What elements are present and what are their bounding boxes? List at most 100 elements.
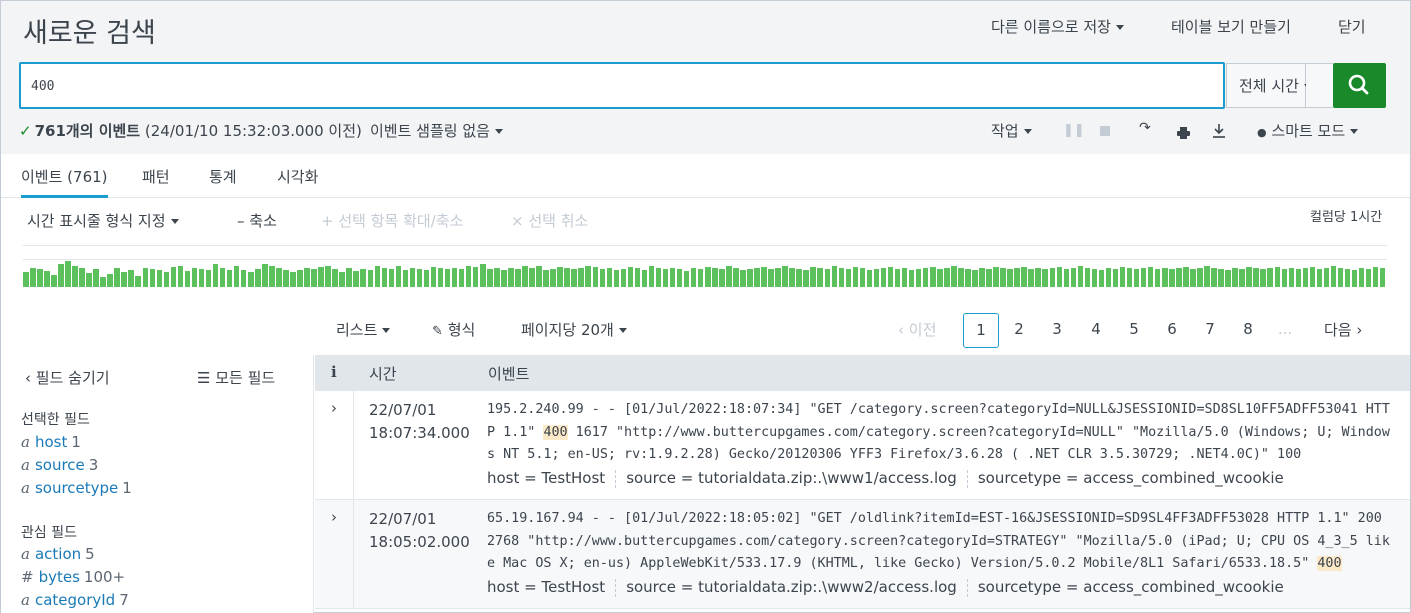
timeline-bar[interactable] — [613, 270, 620, 287]
timeline-chart[interactable] — [23, 239, 1387, 287]
timeline-bar[interactable] — [824, 269, 831, 287]
timeline-bar[interactable] — [775, 268, 781, 287]
timeline-bar[interactable] — [915, 269, 922, 287]
timeline-bar[interactable] — [416, 269, 423, 287]
timeline-bar[interactable] — [578, 268, 584, 287]
timeline-bar[interactable] — [1119, 267, 1126, 287]
create-table-view-link[interactable]: 테이블 보기 만들기 — [1171, 16, 1291, 37]
timeline-bar[interactable] — [37, 269, 43, 287]
timeline-bar[interactable] — [451, 268, 458, 287]
timeline-bar[interactable] — [1162, 268, 1168, 287]
timeline-bar[interactable] — [381, 268, 388, 287]
search-button[interactable] — [1333, 63, 1386, 108]
timeline-bar[interactable] — [796, 269, 802, 287]
search-input[interactable] — [31, 75, 1211, 97]
event-sourcetype[interactable]: sourcetype = access_combined_wcookie — [978, 578, 1284, 596]
timeline-bar[interactable] — [465, 266, 472, 287]
timeline-bar[interactable] — [1028, 269, 1034, 287]
pause-icon[interactable]: ❚❚ — [1063, 123, 1085, 138]
timeline-bar[interactable] — [1211, 268, 1217, 287]
timeline-bar[interactable] — [487, 269, 493, 287]
timeline-bar[interactable] — [318, 267, 324, 287]
timeline-bar[interactable] — [1344, 269, 1351, 287]
timeline-bar[interactable] — [866, 270, 873, 287]
timeline-bar[interactable] — [1288, 268, 1295, 287]
timeline-bar[interactable] — [135, 276, 141, 287]
timeline-bar[interactable] — [683, 271, 690, 287]
timeline-bar[interactable] — [634, 268, 641, 287]
timeline-bar[interactable] — [958, 268, 964, 287]
timeline-bar[interactable] — [937, 269, 943, 287]
timeline-bar[interactable] — [1084, 268, 1091, 287]
prev-page-button[interactable]: ‹ 이전 — [898, 319, 936, 340]
timeline-bar[interactable] — [529, 268, 535, 287]
timeline-bar[interactable] — [170, 267, 177, 287]
page-button[interactable]: 6 — [1154, 313, 1190, 348]
timeline-bar[interactable] — [1281, 269, 1288, 287]
timeline-bar[interactable] — [733, 268, 739, 287]
timeline-bar[interactable] — [979, 268, 985, 287]
format-timeline-menu[interactable]: 시간 표시줄 형식 지정 — [27, 210, 179, 231]
timeline-bar[interactable] — [1302, 268, 1309, 287]
timeline-bar[interactable] — [859, 268, 866, 287]
tab-patterns[interactable]: 패턴 — [142, 166, 170, 187]
per-page-menu[interactable]: 페이지당 20개 — [521, 319, 627, 340]
timeline-bar[interactable] — [789, 268, 795, 287]
timeline-bar[interactable] — [1365, 269, 1372, 287]
timeline-bar[interactable] — [965, 269, 971, 287]
timeline-bar[interactable] — [501, 270, 507, 287]
timeline-bar[interactable] — [508, 268, 514, 287]
timeline-bar[interactable] — [852, 267, 859, 287]
timeline-bar[interactable] — [754, 268, 760, 287]
timeline-bar[interactable] — [972, 270, 978, 287]
timeline-bar[interactable] — [845, 269, 852, 287]
timeline-bar[interactable] — [887, 267, 894, 287]
timeline-bar[interactable] — [1014, 268, 1020, 287]
timeline-bar[interactable] — [360, 269, 366, 287]
timeline-bar[interactable] — [1176, 268, 1182, 287]
timeline-bar[interactable] — [627, 267, 634, 287]
timeline-bar[interactable] — [72, 266, 78, 287]
field-item[interactable]: # bytes 100+ — [21, 568, 125, 586]
timeline-bar[interactable] — [817, 268, 823, 287]
field-item[interactable]: a host 1 — [21, 433, 81, 451]
timeline-bar[interactable] — [986, 269, 992, 287]
timeline-bar[interactable] — [1379, 268, 1386, 287]
timeline-bar[interactable] — [1000, 268, 1006, 287]
page-button[interactable]: 8 — [1230, 313, 1266, 348]
timeline-bar[interactable] — [51, 275, 57, 287]
timeline-bar[interactable] — [86, 273, 92, 287]
timeline-bar[interactable] — [458, 269, 465, 287]
timeline-bar[interactable] — [1197, 268, 1203, 287]
timeline-bar[interactable] — [100, 277, 106, 287]
timeline-bar[interactable] — [262, 264, 268, 287]
timeline-bar[interactable] — [951, 266, 957, 287]
timeline-bar[interactable] — [374, 266, 381, 287]
timeline-bar[interactable] — [1169, 269, 1175, 287]
timeline-bar[interactable] — [1372, 267, 1379, 287]
timeline-bar[interactable] — [641, 270, 648, 287]
timeline-bar[interactable] — [690, 268, 697, 287]
timeline-bar[interactable] — [1295, 269, 1302, 287]
timeline-bar[interactable] — [128, 270, 134, 287]
timeline-bar[interactable] — [564, 268, 570, 287]
timeline-bar[interactable] — [880, 268, 887, 287]
timeline-bar[interactable] — [346, 268, 352, 287]
export-icon[interactable] — [1213, 124, 1225, 142]
timeline-bar[interactable] — [803, 270, 809, 287]
tab-visualization[interactable]: 시각화 — [277, 166, 318, 187]
timeline-bar[interactable] — [276, 268, 282, 287]
timeline-bar[interactable] — [1049, 268, 1056, 287]
timeline-bar[interactable] — [142, 268, 149, 287]
search-term-highlight[interactable]: 400 — [1317, 556, 1342, 571]
timeline-bar[interactable] — [1021, 267, 1027, 287]
timeline-bar[interactable] — [1204, 266, 1210, 287]
timeline-bar[interactable] — [226, 270, 233, 287]
timeline-bar[interactable] — [747, 269, 753, 287]
timeline-bar[interactable] — [740, 270, 746, 287]
timeline-bar[interactable] — [557, 267, 563, 287]
timeline-bar[interactable] — [1147, 267, 1154, 287]
timeline-bar[interactable] — [1309, 267, 1316, 287]
timeline-bar[interactable] — [149, 269, 156, 287]
timeline-bar[interactable] — [1260, 269, 1266, 287]
